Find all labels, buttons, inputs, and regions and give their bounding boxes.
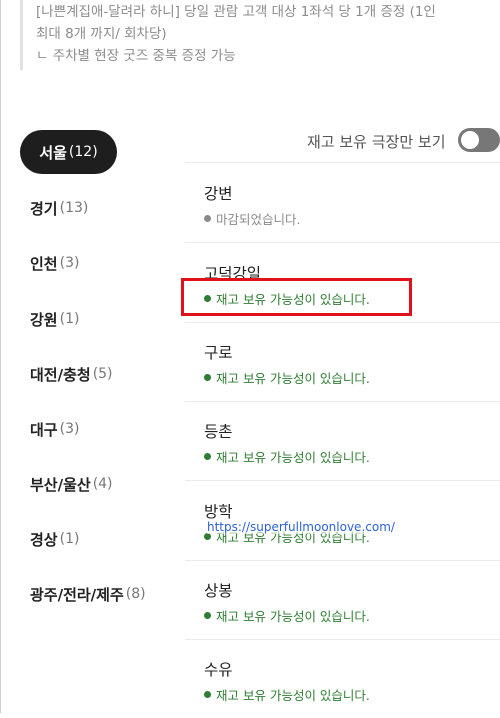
region-count: (4) <box>92 476 113 492</box>
theater-name: 구로 <box>204 344 233 362</box>
status-text: 재고 보유 가능성이 있습니다. <box>216 450 370 465</box>
status-dot-icon <box>204 374 211 381</box>
theater-item[interactable]: 강변 마감되었습니다. <box>185 162 500 243</box>
status-dot-icon <box>204 215 211 222</box>
region-count: (1) <box>59 531 80 547</box>
region-count: (1) <box>59 311 80 327</box>
goods-notice: [나쁜계집애-달려라 하니] 당일 관람 고객 대상 1좌석 당 1개 증정 (… <box>20 0 490 70</box>
theater-name: 수유 <box>204 661 233 679</box>
notice-line-3: ㄴ 주차별 현장 굿즈 중복 증정 가능 <box>36 48 236 64</box>
stock-filter-label: 재고 보유 극장만 보기 <box>307 133 446 151</box>
region-count: (13) <box>59 200 89 216</box>
status-text: 재고 보유 가능성이 있습니다. <box>216 371 370 386</box>
toggle-knob <box>461 131 479 149</box>
status-dot-icon <box>204 691 211 698</box>
status-text: 재고 보유 가능성이 있습니다. <box>216 609 370 624</box>
watermark: https://superfullmoonlove.com/ <box>207 520 395 534</box>
theater-status: 재고 보유 가능성이 있습니다. <box>204 685 370 704</box>
theater-item[interactable]: 수유 재고 보유 가능성이 있습니다. <box>185 638 500 718</box>
theater-status: 재고 보유 가능성이 있습니다. <box>204 368 370 387</box>
theater-status: 마감되었습니다. <box>204 209 300 228</box>
region-count: (3) <box>59 421 80 437</box>
region-name: 광주/전라/제주 <box>30 585 124 604</box>
theater-name: 방학 <box>204 503 233 521</box>
status-dot-icon <box>204 533 211 540</box>
region-incheon[interactable]: 인천 (3) <box>30 251 79 275</box>
region-count: (3) <box>59 255 80 271</box>
region-count: (12) <box>68 144 98 160</box>
region-name: 대구 <box>30 420 58 439</box>
status-dot-icon <box>204 453 211 460</box>
region-busan-ulsan[interactable]: 부산/울산 (4) <box>30 472 113 496</box>
region-name: 서울 <box>39 143 67 162</box>
theater-item[interactable]: 등촌 재고 보유 가능성이 있습니다. <box>185 400 500 481</box>
region-gangwon[interactable]: 강원 (1) <box>30 307 79 331</box>
region-name: 경기 <box>30 199 58 218</box>
status-text: 마감되었습니다. <box>216 212 301 227</box>
region-name: 경상 <box>30 530 58 549</box>
region-name: 대전/충청 <box>30 365 91 384</box>
notice-line-1: [나쁜계집애-달려라 하니] 당일 관람 고객 대상 1좌석 당 1개 증정 (… <box>36 4 436 20</box>
region-name: 인천 <box>30 254 58 273</box>
theater-name: 강변 <box>204 185 233 203</box>
region-gyeongsang[interactable]: 경상 (1) <box>30 527 79 551</box>
status-text: 재고 보유 가능성이 있습니다. <box>216 688 370 703</box>
theater-item[interactable]: 구로 재고 보유 가능성이 있습니다. <box>185 321 500 402</box>
region-name: 강원 <box>30 310 58 329</box>
left-border <box>0 0 1 713</box>
theater-name: 상봉 <box>204 582 233 600</box>
theater-status: 재고 보유 가능성이 있습니다. <box>204 447 370 466</box>
theater-status: 재고 보유 가능성이 있습니다. <box>204 606 370 625</box>
region-count: (8) <box>125 586 146 602</box>
region-daegu[interactable]: 대구 (3) <box>30 417 79 441</box>
theater-list: 강변 마감되었습니다. 고덕강일 재고 보유 가능성이 있습니다. 구로 재고 … <box>185 162 500 713</box>
status-dot-icon <box>204 612 211 619</box>
region-seoul[interactable]: 서울 (12) <box>20 130 117 174</box>
region-count: (5) <box>92 366 113 382</box>
theater-item[interactable]: 상봉 재고 보유 가능성이 있습니다. <box>185 559 500 640</box>
highlight-box <box>181 278 412 316</box>
region-name: 부산/울산 <box>30 475 91 494</box>
stock-filter-toggle[interactable] <box>458 128 500 152</box>
region-gyeonggi[interactable]: 경기 (13) <box>30 196 88 220</box>
region-gwangju-jeolla-jeju[interactable]: 광주/전라/제주 (8) <box>30 582 146 606</box>
notice-line-2: 최대 8개 까지/ 회차당) <box>36 26 167 42</box>
theater-name: 등촌 <box>204 423 233 441</box>
region-daejeon-chungcheong[interactable]: 대전/충청 (5) <box>30 362 113 386</box>
